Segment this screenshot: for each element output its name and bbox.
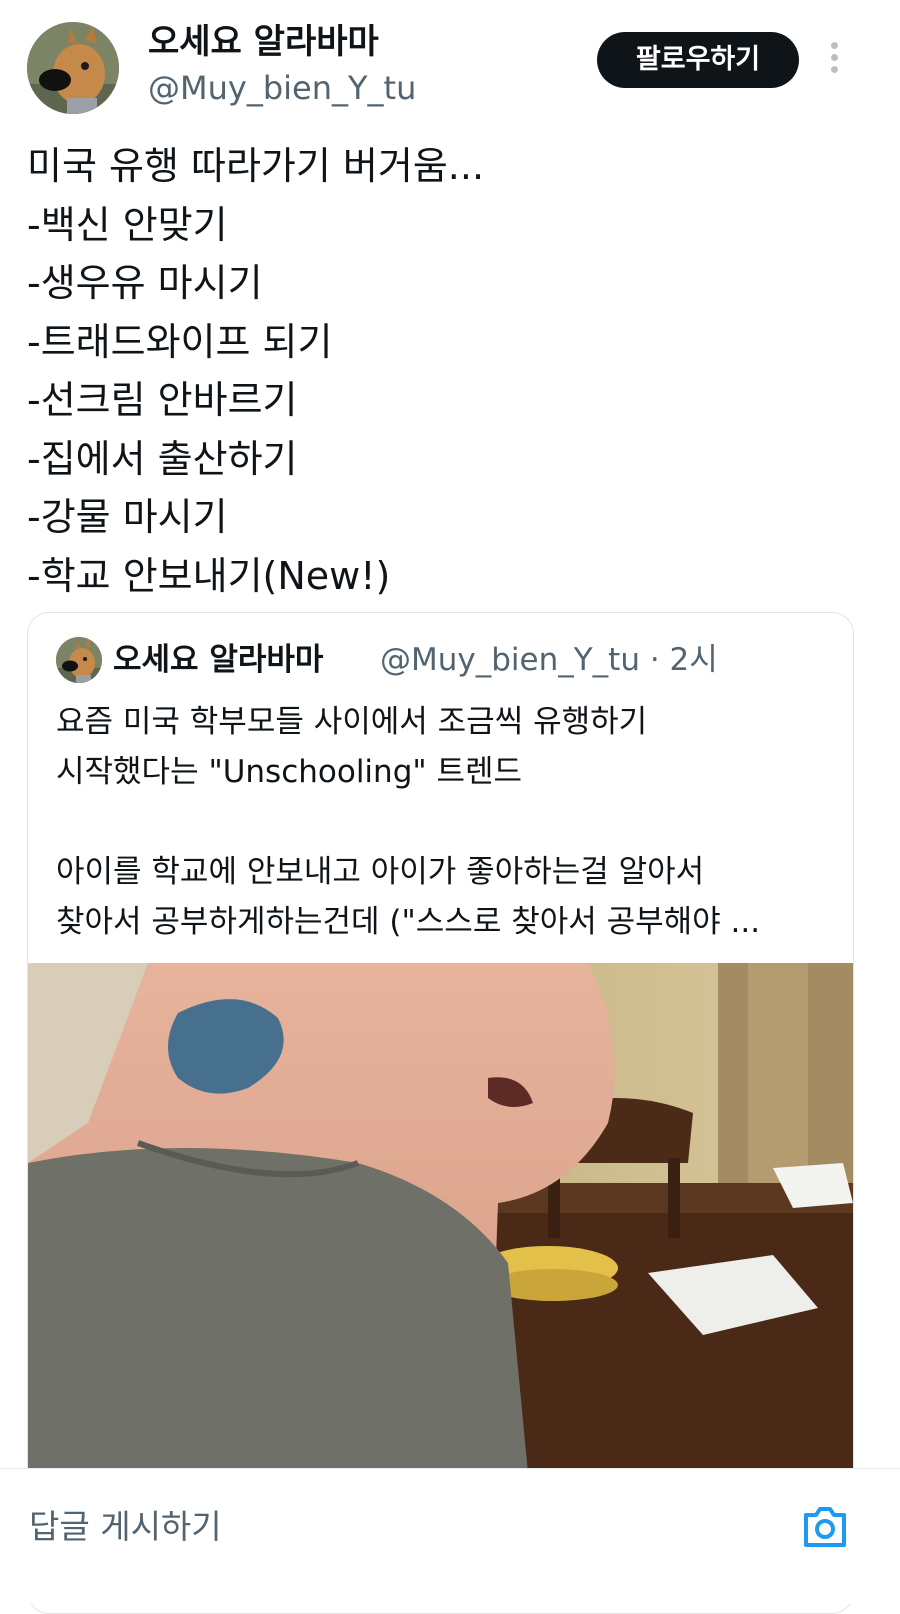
quoted-tweet-header: 오세요 알라바마 @Muy_bien_Y_tu · 2시 — [56, 637, 846, 683]
tweet-header: 오세요 알라바마 @Muy_bien_Y_tu 팔로우하기 — [0, 0, 900, 120]
quoted-author-name: 오세요 알라바마 — [113, 642, 324, 678]
tweet-line: -생우유 마시기 — [27, 261, 263, 305]
tweet-line: 미국 유행 따라가기 버거움... — [27, 144, 485, 188]
quoted-tweet-text: 요즘 미국 학부모들 사이에서 조금씩 유행하기 시작했다는 "Unschool… — [56, 697, 836, 947]
quoted-line: 아이를 학교에 안보내고 아이가 좋아하는걸 알아서 — [56, 854, 705, 890]
tweet-line: -트래드와이프 되기 — [27, 319, 333, 364]
quoted-handle-time: @Muy_bien_Y_tu · 2시 — [380, 642, 718, 678]
more-vertical-icon[interactable] — [826, 42, 842, 78]
tweet-line: -학교 안보내기(New!) — [27, 553, 391, 598]
dog-avatar-icon — [27, 22, 119, 114]
camera-icon[interactable] — [802, 1505, 848, 1549]
video-thumbnail[interactable] — [28, 963, 853, 1473]
quoted-line: 시작했다는 "Unschooling" 트렌드 — [56, 754, 523, 790]
video-frame-image — [28, 963, 853, 1473]
quoted-tweet-card[interactable]: 오세요 알라바마 @Muy_bien_Y_tu · 2시 요즘 미국 학부모들 … — [27, 612, 854, 1614]
author-handle[interactable]: @Muy_bien_Y_tu — [148, 68, 416, 108]
tweet-line: -강물 마시기 — [27, 495, 228, 539]
tweet-line: -백신 안맞기 — [27, 202, 228, 247]
tweet-line: -선크림 안바르기 — [27, 378, 298, 422]
tweet-line: -집에서 출산하기 — [27, 436, 298, 481]
quoted-line: 찾아서 공부하게하는건데 ("스스로 찾아서 공부해야 ... — [56, 904, 761, 940]
dog-avatar-icon — [56, 637, 102, 683]
author-display-name[interactable]: 오세요 알라바마 — [148, 22, 379, 62]
quoted-author-avatar[interactable] — [56, 637, 102, 683]
author-avatar[interactable] — [27, 22, 119, 114]
follow-button[interactable]: 팔로우하기 — [597, 32, 799, 88]
reply-input[interactable]: 답글 게시하기 — [29, 1505, 222, 1549]
quoted-line — [56, 797, 836, 847]
camera-icon-glyph — [804, 1507, 846, 1547]
reply-composer-bar[interactable]: 답글 게시하기 — [0, 1468, 900, 1604]
quoted-line: 요즘 미국 학부모들 사이에서 조금씩 유행하기 — [56, 704, 648, 740]
tweet-text: 미국 유행 따라가기 버거움... -백신 안맞기 -생우유 마시기 -트래드와… — [27, 137, 867, 605]
